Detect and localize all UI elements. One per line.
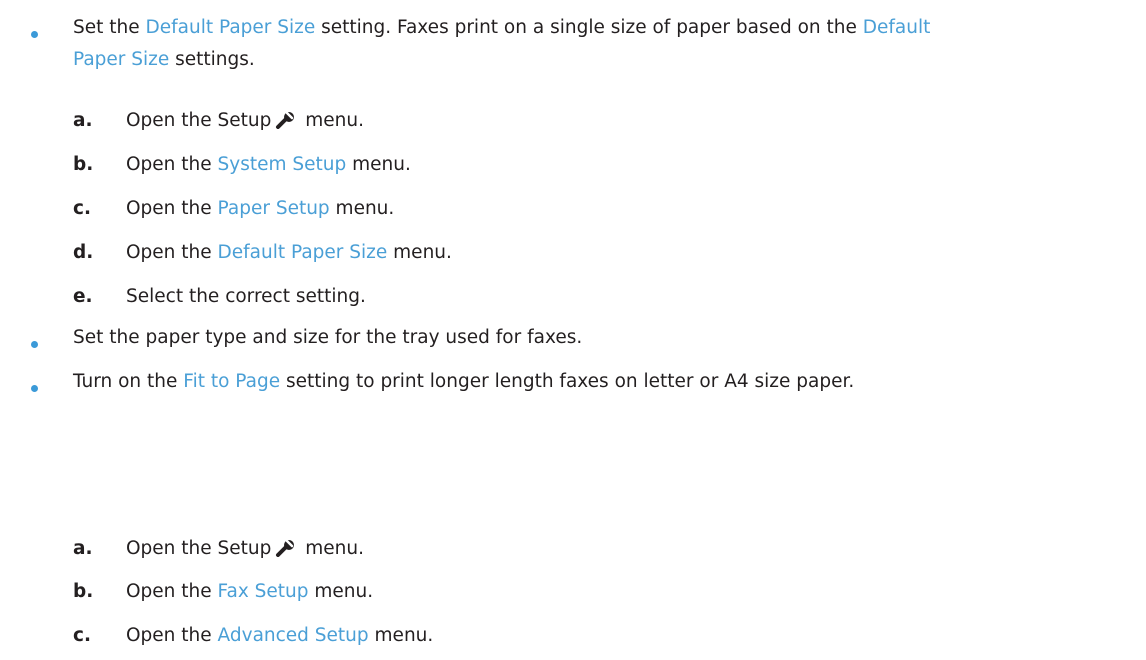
- bullet-icon: [31, 31, 38, 38]
- text: Turn on the: [73, 371, 184, 392]
- step-letter: d.: [73, 242, 94, 263]
- step-text: Open the Advanced Setup menu.: [126, 625, 434, 646]
- text: setting. Faxes print on a single size of…: [315, 17, 863, 38]
- menu-reference: Fax Setup: [217, 581, 309, 602]
- step-text: Select the correct setting.: [126, 286, 366, 307]
- text: settings.: [169, 49, 255, 70]
- bullet-icon: [31, 341, 38, 348]
- step-text: Open the Setup menu.: [126, 538, 365, 559]
- menu-reference: Default Paper Size: [145, 17, 316, 38]
- step-letter: b.: [73, 581, 94, 602]
- list-item: Set the Default Paper Size setting. Faxe…: [0, 8, 1146, 80]
- text: Set the: [73, 17, 146, 38]
- step-text: Open the Default Paper Size menu.: [126, 242, 452, 263]
- text: setting to print longer length faxes on …: [280, 371, 855, 392]
- menu-reference: Paper Size: [73, 49, 170, 70]
- step-letter: c.: [73, 625, 91, 646]
- menu-reference: System Setup: [217, 154, 347, 175]
- step-text: Open the System Setup menu.: [126, 154, 411, 175]
- step-text: Open the Fax Setup menu.: [126, 581, 374, 602]
- text: Set the paper type and size for the tray…: [73, 327, 583, 348]
- menu-reference: Default Paper Size: [217, 242, 388, 263]
- step-letter: b.: [73, 154, 94, 175]
- step-letter: c.: [73, 198, 91, 219]
- step-letter: e.: [73, 286, 93, 307]
- step-letter: a.: [73, 538, 93, 559]
- list-item-text: Set the Default Paper Size setting. Faxe…: [73, 12, 1138, 76]
- list-item-text: Set the paper type and size for the tray…: [73, 322, 1138, 354]
- step-letter: a.: [73, 110, 93, 131]
- menu-reference: Default: [862, 17, 931, 38]
- bullet-icon: [31, 385, 38, 392]
- wrench-icon: [276, 539, 295, 557]
- step-text: Open the Setup menu.: [126, 110, 365, 131]
- step-text: Open the Paper Setup menu.: [126, 198, 395, 219]
- list-item: Set the paper type and size for the tray…: [0, 319, 1146, 359]
- list-item: Turn on the Fit to Page setting to print…: [0, 361, 1146, 401]
- list-item-text: Turn on the Fit to Page setting to print…: [73, 366, 1138, 398]
- menu-reference: Fit to Page: [183, 371, 281, 392]
- menu-reference: Advanced Setup: [217, 625, 369, 646]
- wrench-icon: [276, 111, 295, 129]
- menu-reference: Paper Setup: [217, 198, 330, 219]
